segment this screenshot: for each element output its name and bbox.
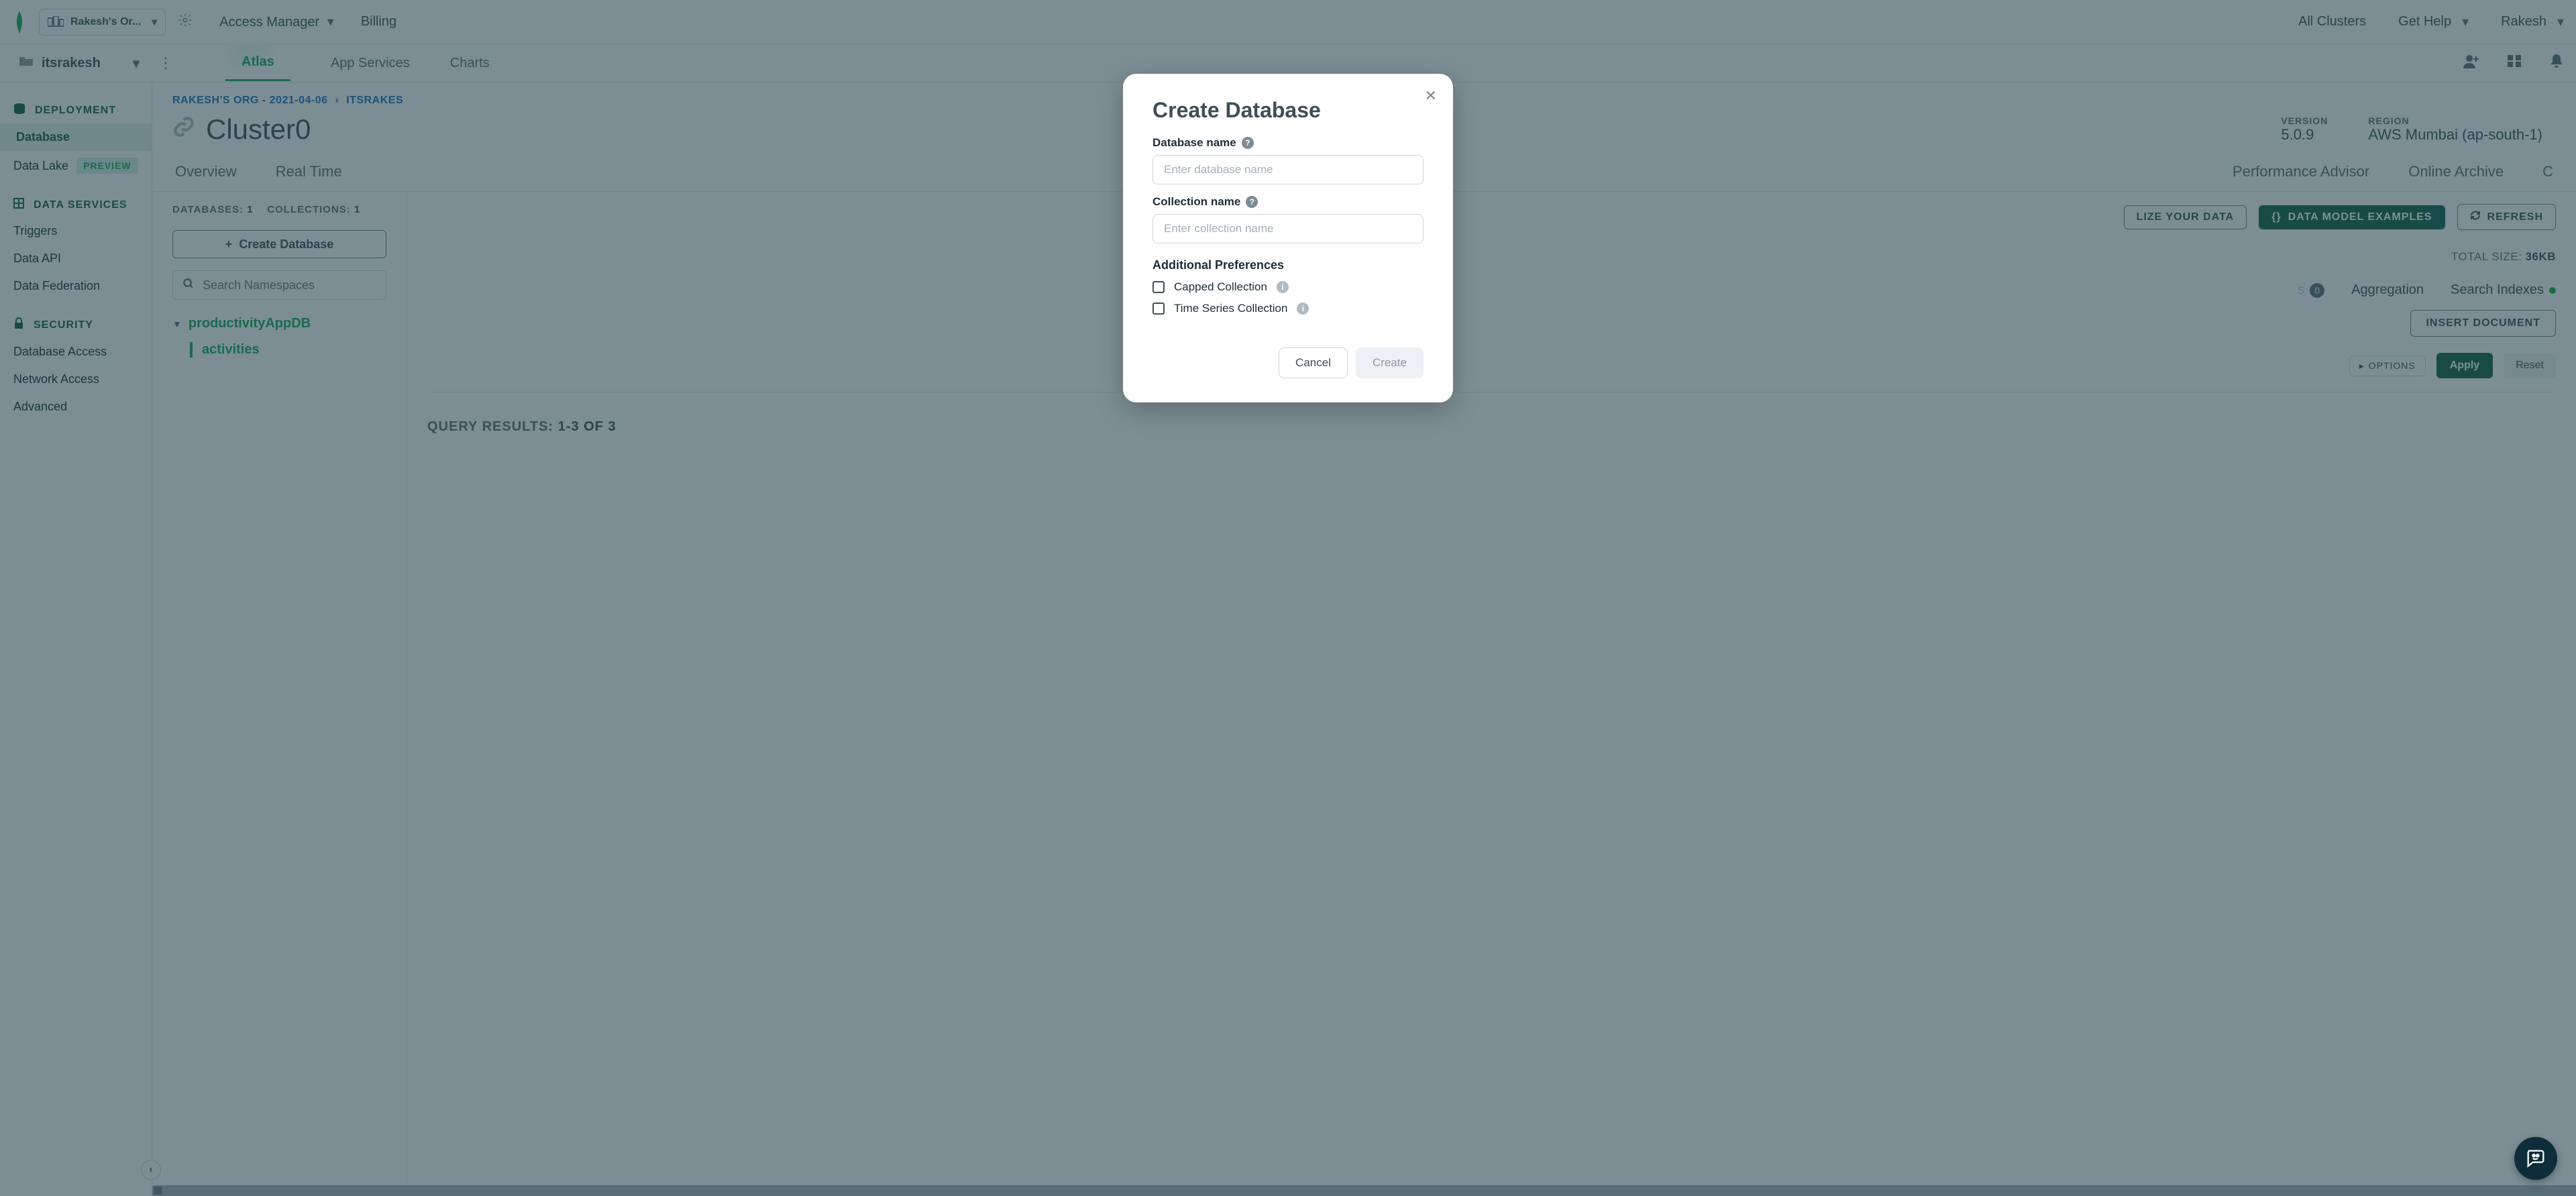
- database-name-input[interactable]: [1152, 155, 1424, 184]
- modal-overlay[interactable]: ✕ Create Database Database name ? Collec…: [0, 0, 2576, 1196]
- collection-name-input[interactable]: [1152, 214, 1424, 243]
- create-database-modal: ✕ Create Database Database name ? Collec…: [1123, 74, 1453, 402]
- capped-collection-checkbox[interactable]: [1152, 281, 1165, 293]
- create-button[interactable]: Create: [1356, 347, 1424, 378]
- collection-name-label: Collection name ?: [1152, 195, 1424, 209]
- help-icon[interactable]: ?: [1242, 137, 1254, 149]
- cancel-button[interactable]: Cancel: [1279, 347, 1348, 378]
- database-name-label: Database name ?: [1152, 136, 1424, 150]
- chat-fab[interactable]: [2514, 1137, 2557, 1180]
- timeseries-collection-row: Time Series Collection i: [1152, 302, 1424, 315]
- db-name-label-text: Database name: [1152, 136, 1236, 150]
- info-icon[interactable]: i: [1297, 303, 1309, 315]
- modal-title: Create Database: [1152, 98, 1424, 123]
- help-icon[interactable]: ?: [1246, 196, 1258, 208]
- timeseries-collection-label: Time Series Collection: [1174, 302, 1287, 315]
- coll-name-label-text: Collection name: [1152, 195, 1240, 209]
- info-icon[interactable]: i: [1277, 281, 1289, 293]
- additional-preferences-title: Additional Preferences: [1152, 258, 1424, 272]
- timeseries-collection-checkbox[interactable]: [1152, 303, 1165, 315]
- close-icon[interactable]: ✕: [1425, 87, 1437, 105]
- capped-collection-row: Capped Collection i: [1152, 280, 1424, 294]
- capped-collection-label: Capped Collection: [1174, 280, 1267, 294]
